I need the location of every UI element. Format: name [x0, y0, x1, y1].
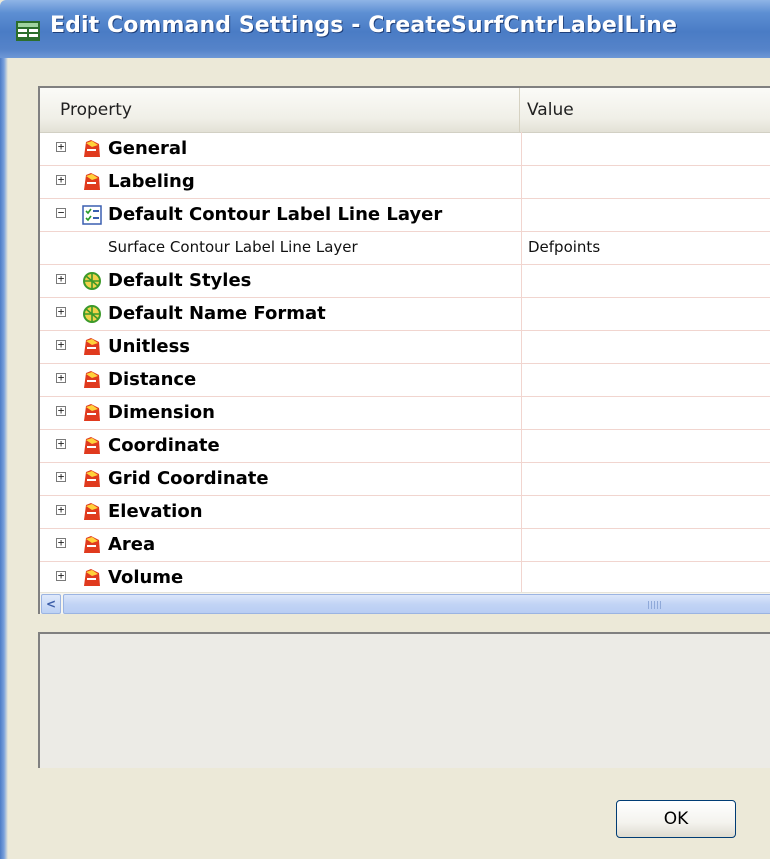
column-divider	[521, 528, 522, 561]
scrollbar-grip-icon	[648, 601, 662, 609]
collapse-icon[interactable]: −	[56, 207, 66, 218]
category-label: Distance	[108, 369, 197, 390]
expand-icon[interactable]: +	[56, 306, 66, 317]
grid-row-dimension[interactable]: + Dimension	[40, 396, 770, 430]
grid-row-unitless[interactable]: + Unitless	[40, 330, 770, 364]
expand-icon[interactable]: +	[56, 537, 66, 548]
settings-folder-icon	[84, 437, 100, 454]
column-divider	[521, 198, 522, 231]
column-divider	[521, 165, 522, 198]
expand-icon[interactable]: +	[56, 504, 66, 515]
horizontal-scrollbar[interactable]: <	[40, 592, 770, 614]
settings-folder-icon	[84, 173, 100, 190]
window-frame	[0, 58, 8, 859]
column-divider	[521, 495, 522, 528]
column-divider	[521, 396, 522, 429]
grid-row-general[interactable]: + General	[40, 132, 770, 166]
property-label: Surface Contour Label Line Layer	[108, 238, 358, 256]
grid-row-area[interactable]: + Area	[40, 528, 770, 562]
grid-row-default-contour-label-line-layer[interactable]: − Default Contour Label Line Layer	[40, 198, 770, 232]
column-divider	[521, 132, 522, 165]
column-divider	[521, 330, 522, 363]
column-header-value[interactable]: Value	[521, 88, 770, 132]
grid-row-distance[interactable]: + Distance	[40, 363, 770, 397]
column-header-property[interactable]: Property	[40, 88, 520, 132]
grid-row-surface-contour-label-line-layer[interactable]: Surface Contour Label Line Layer Defpoin…	[40, 231, 770, 265]
style-globe-icon	[83, 305, 101, 323]
category-label: Grid Coordinate	[108, 468, 269, 489]
category-label: Area	[108, 534, 156, 555]
expand-icon[interactable]: +	[56, 273, 66, 284]
category-label: Default Name Format	[108, 303, 326, 324]
settings-folder-icon	[84, 371, 100, 388]
column-divider	[521, 363, 522, 396]
ok-button[interactable]: OK	[616, 800, 736, 838]
settings-folder-icon	[84, 536, 100, 553]
title-bar[interactable]: Edit Command Settings - CreateSurfCntrLa…	[0, 0, 770, 58]
column-divider	[521, 264, 522, 297]
grid-row-labeling[interactable]: + Labeling	[40, 165, 770, 199]
column-divider	[521, 297, 522, 330]
grid-row-default-name-format[interactable]: + Default Name Format	[40, 297, 770, 331]
layer-checklist-icon	[82, 205, 102, 225]
column-divider	[521, 561, 522, 592]
settings-folder-icon	[84, 404, 100, 421]
property-grid[interactable]: Property Value + General + Labeling − De…	[38, 86, 770, 614]
settings-folder-icon	[84, 338, 100, 355]
style-globe-icon	[83, 272, 101, 290]
app-icon	[16, 21, 40, 41]
category-label: Unitless	[108, 336, 191, 357]
dialog-window: Edit Command Settings - CreateSurfCntrLa…	[0, 0, 770, 859]
category-label: Labeling	[108, 171, 195, 192]
grid-rows: + General + Labeling − Default Contour L…	[40, 132, 770, 592]
column-divider	[521, 231, 522, 264]
scroll-left-button[interactable]: <	[41, 594, 61, 614]
category-label: Dimension	[108, 402, 215, 423]
expand-icon[interactable]: +	[56, 405, 66, 416]
grid-header: Property Value	[40, 88, 770, 133]
expand-icon[interactable]: +	[56, 141, 66, 152]
property-value[interactable]: Defpoints	[528, 231, 600, 264]
settings-folder-icon	[84, 140, 100, 157]
grid-row-elevation[interactable]: + Elevation	[40, 495, 770, 529]
window-title: Edit Command Settings - CreateSurfCntrLa…	[50, 13, 678, 38]
expand-icon[interactable]: +	[56, 174, 66, 185]
category-label: Elevation	[108, 501, 203, 522]
column-divider	[521, 462, 522, 495]
category-label: General	[108, 138, 188, 159]
category-label: Default Contour Label Line Layer	[108, 204, 443, 225]
expand-icon[interactable]: +	[56, 372, 66, 383]
description-panel	[38, 632, 770, 768]
category-label: Coordinate	[108, 435, 220, 456]
grid-row-default-styles[interactable]: + Default Styles	[40, 264, 770, 298]
column-divider	[521, 429, 522, 462]
settings-folder-icon	[84, 470, 100, 487]
expand-icon[interactable]: +	[56, 570, 66, 581]
grid-row-coordinate[interactable]: + Coordinate	[40, 429, 770, 463]
category-label: Volume	[108, 567, 184, 588]
settings-folder-icon	[84, 569, 100, 586]
expand-icon[interactable]: +	[56, 339, 66, 350]
category-label: Default Styles	[108, 270, 252, 291]
grid-row-volume[interactable]: + Volume	[40, 561, 770, 592]
settings-folder-icon	[84, 503, 100, 520]
expand-icon[interactable]: +	[56, 438, 66, 449]
expand-icon[interactable]: +	[56, 471, 66, 482]
grid-row-grid-coordinate[interactable]: + Grid Coordinate	[40, 462, 770, 496]
scrollbar-thumb[interactable]	[63, 594, 770, 614]
